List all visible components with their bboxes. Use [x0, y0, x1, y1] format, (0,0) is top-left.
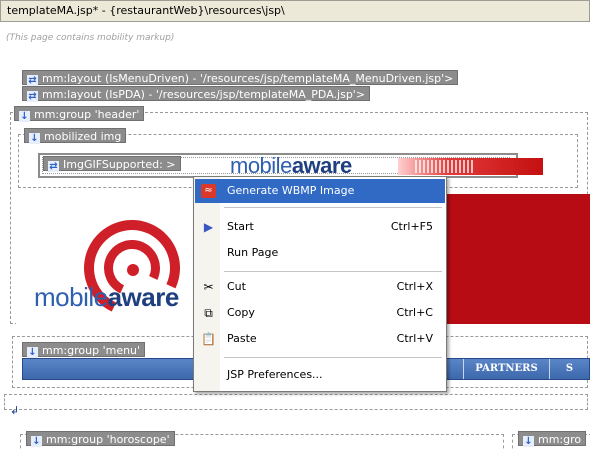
group-header-tag[interactable]: ↓ mm:group 'header' [14, 106, 145, 122]
group-icon: ↓ [29, 133, 40, 144]
menu-item-shortcut: Ctrl+F5 [390, 220, 433, 233]
menu-separator [224, 271, 442, 272]
nav-partners[interactable]: PARTNERS [463, 359, 549, 379]
layout-icon: ⇄ [48, 161, 59, 172]
paste-icon: 📋 [201, 332, 216, 346]
line-break-icon: ↲ [10, 404, 20, 417]
nav-next[interactable]: S [549, 359, 589, 379]
mobility-notice: (This page contains mobility markup) [6, 33, 175, 43]
group-right-label: mm:gro [538, 433, 582, 446]
menu-item-label: Start [227, 220, 254, 233]
img-gif-supported-tag[interactable]: ⇄ ImgGIFSupported: > [43, 156, 181, 172]
group-horoscope-label: mm:group 'horoscope' [46, 433, 170, 446]
hero-logo-part-mobile: mobile [34, 282, 108, 312]
layout-pda-label: mm:layout (IsPDA) - '/resources/jsp/temp… [42, 88, 366, 101]
menu-item-shortcut: Ctrl+X [396, 280, 433, 293]
menu-item-shortcut: Ctrl+C [396, 306, 433, 319]
group-icon: ↓ [31, 436, 42, 447]
menu-item-label: Run Page [227, 246, 279, 259]
blank-row-box [4, 394, 588, 410]
menu-item-label: Copy [227, 306, 255, 319]
logo-part-aware: aware [291, 153, 352, 178]
layout-menudriven-tag[interactable]: ⇄ mm:layout (IsMenuDriven) - '/resources/… [22, 70, 459, 86]
logo-part-mobile: mobile [230, 153, 292, 178]
menu-item-label: Generate WBMP Image [227, 184, 355, 197]
group-horoscope-tag[interactable]: ↓ mm:group 'horoscope' [26, 431, 175, 447]
menu-item-paste[interactable]: 📋 Paste Ctrl+V [195, 327, 445, 351]
group-icon: ↓ [27, 347, 38, 358]
window-title-bar[interactable]: templateMA.jsp* - {restaurantWeb}\resour… [0, 0, 590, 22]
window-title: templateMA.jsp* - {restaurantWeb}\resour… [7, 4, 285, 17]
layout-icon: ⇄ [27, 91, 38, 102]
mobilized-img-label: mobilized img [44, 130, 122, 143]
scissors-icon: ✂ [203, 280, 214, 294]
layout-menudriven-label: mm:layout (IsMenuDriven) - '/resources/j… [42, 72, 454, 85]
mobileaware-logo: mobileaware [34, 282, 179, 313]
group-header-label: mm:group 'header' [34, 108, 140, 121]
wbmp-icon: ≈ [201, 184, 216, 198]
menu-item-generate-wbmp[interactable]: ≈ Generate WBMP Image [195, 179, 445, 203]
play-icon: ▶ [203, 220, 214, 234]
menu-item-run-page[interactable]: Run Page [195, 241, 445, 265]
hero-logo-part-aware: aware [107, 282, 180, 312]
menu-item-cut[interactable]: ✂ Cut Ctrl+X [195, 275, 445, 299]
menu-item-label: Paste [227, 332, 257, 345]
menu-item-label: Cut [227, 280, 246, 293]
menu-item-start[interactable]: ▶ Start Ctrl+F5 [195, 215, 445, 239]
signal-dot-icon [127, 264, 139, 276]
copy-icon: ⧉ [204, 306, 213, 320]
layout-pda-tag[interactable]: ⇄ mm:layout (IsPDA) - '/resources/jsp/tem… [22, 86, 371, 102]
menu-item-copy[interactable]: ⧉ Copy Ctrl+C [195, 301, 445, 325]
context-menu: ≈ Generate WBMP Image ▶ Start Ctrl+F5 Ru… [193, 176, 447, 392]
layout-icon: ⇄ [27, 75, 38, 86]
group-icon: ↓ [19, 111, 30, 122]
group-icon: ↓ [523, 436, 534, 447]
img-gif-supported-label: ImgGIFSupported: > [63, 158, 176, 171]
menu-item-shortcut: Ctrl+V [396, 332, 433, 345]
menu-item-label: JSP Preferences... [227, 368, 323, 381]
group-menu-label: mm:group 'menu' [42, 344, 141, 357]
menu-item-jsp-preferences[interactable]: JSP Preferences... [195, 363, 445, 387]
menu-separator [224, 207, 442, 208]
logo-stripes [415, 160, 475, 173]
group-right-tag[interactable]: ↓ mm:gro [518, 431, 587, 447]
group-menu-tag[interactable]: ↓ mm:group 'menu' [22, 342, 146, 358]
mobilized-img-tag[interactable]: ↓ mobilized img [24, 128, 127, 144]
menu-separator [224, 357, 442, 358]
